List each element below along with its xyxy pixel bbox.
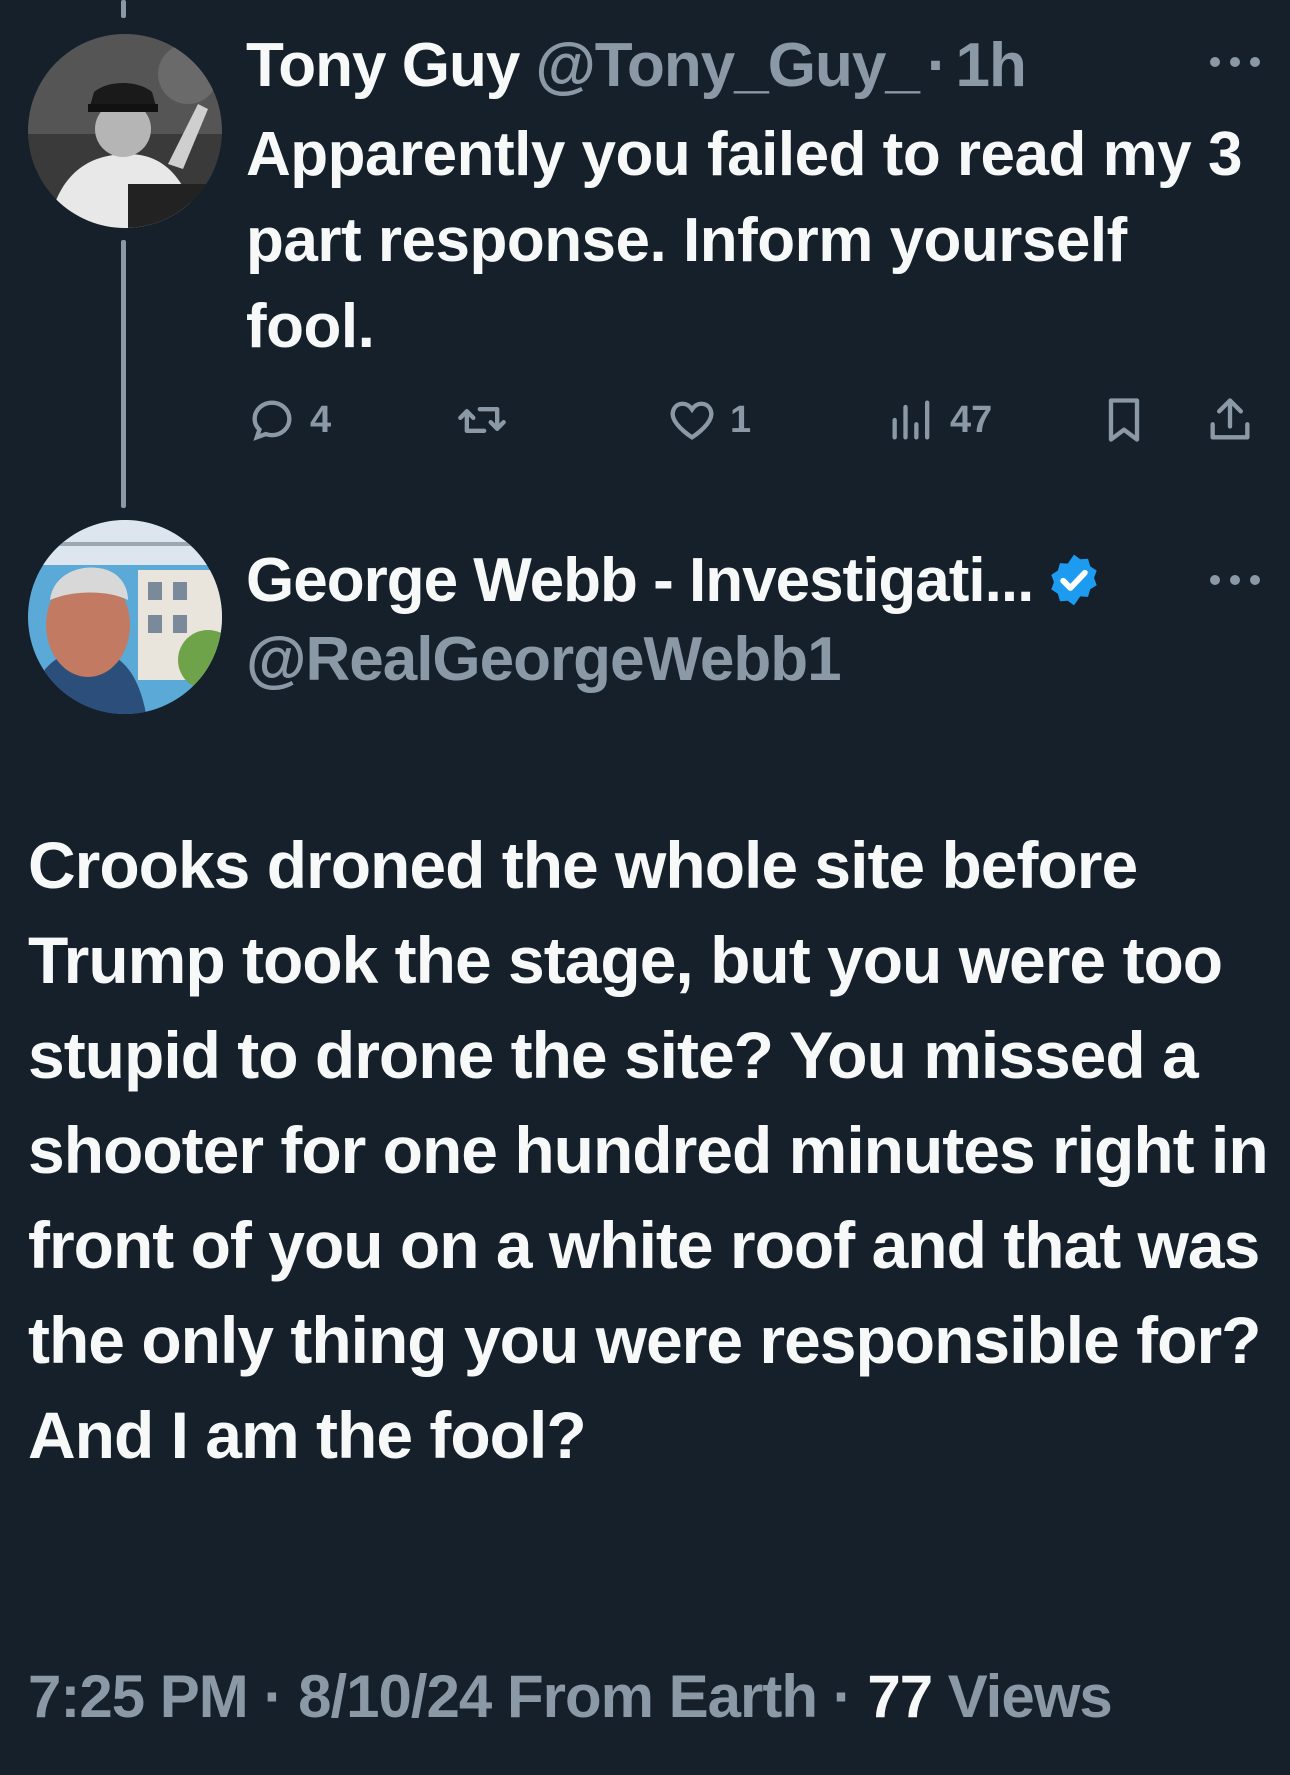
views-count[interactable]: 77 (867, 1663, 933, 1730)
views-button[interactable]: 47 (886, 385, 992, 455)
author-name[interactable]: Tony Guy (246, 30, 520, 101)
separator-dot: · (832, 1663, 853, 1730)
post-time[interactable]: 7:25 PM (28, 1663, 249, 1730)
post-time[interactable]: 1h (955, 30, 1026, 101)
reply-header: Tony Guy @Tony_Guy_ · 1h (246, 30, 1270, 100)
more-icon[interactable] (1210, 570, 1260, 590)
post-source: From Earth (506, 1663, 818, 1730)
post-date[interactable]: 8/10/24 (298, 1663, 492, 1730)
reply-icon (252, 400, 292, 441)
tweet-meta: 7:25 PM · 8/10/24 From Earth · 77 Views (28, 1662, 1113, 1731)
avatar-tony-guy[interactable] (28, 34, 222, 228)
more-icon[interactable] (1210, 52, 1260, 72)
thread-line-top (121, 0, 126, 18)
views-icon (892, 400, 930, 440)
share-button[interactable] (1204, 385, 1268, 455)
main-author-name[interactable]: George Webb - Investigati... (246, 545, 1034, 616)
separator-dot: · (263, 1663, 283, 1730)
separator-dot: · (926, 30, 948, 100)
tweet-text: Crooks droned the whole site before Trum… (28, 828, 1269, 1472)
avatar-george-webb[interactable] (28, 520, 222, 714)
views-count: 47 (950, 398, 993, 441)
verified-badge-icon[interactable] (1045, 551, 1103, 609)
thread-line (121, 240, 126, 508)
author-handle[interactable]: @Tony_Guy_ (535, 30, 919, 101)
share-icon (1210, 398, 1250, 440)
bookmark-button[interactable] (1098, 385, 1162, 455)
main-author-handle[interactable]: @RealGeorgeWebb1 (246, 624, 842, 695)
reply-text: Apparently you failed to read my 3 part … (246, 120, 1242, 361)
like-count: 1 (730, 398, 752, 441)
retweet-icon (458, 407, 506, 433)
bookmark-icon (1108, 398, 1140, 442)
like-button[interactable]: 1 (666, 385, 751, 455)
views-label[interactable]: Views (948, 1663, 1113, 1730)
retweet-button[interactable] (456, 385, 520, 455)
reply-button[interactable]: 4 (246, 385, 331, 455)
reply-count: 4 (310, 398, 332, 441)
like-icon (670, 401, 714, 440)
main-author-row: George Webb - Investigati... (246, 542, 1103, 618)
action-bar: 4 1 47 (246, 385, 1256, 455)
